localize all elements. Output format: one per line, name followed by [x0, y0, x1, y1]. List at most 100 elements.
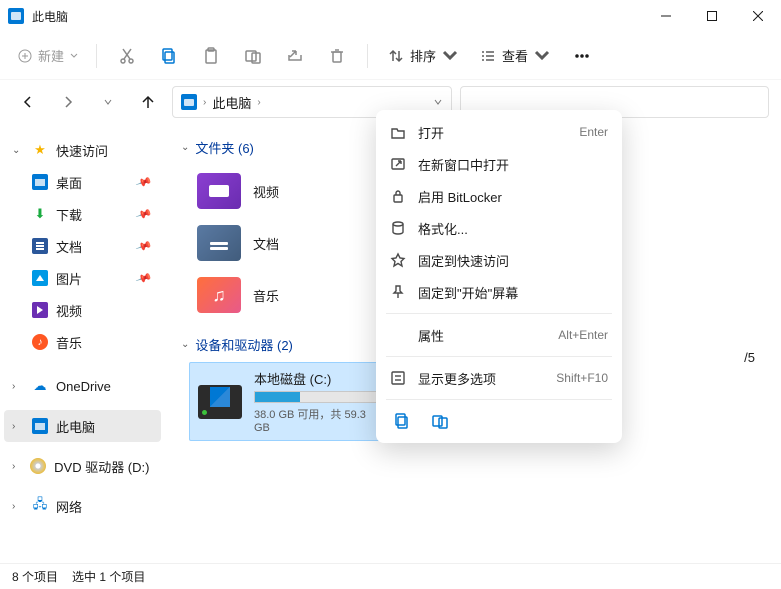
folder-label: 视频: [253, 182, 279, 201]
pin-icon: 📌: [135, 237, 153, 255]
drive-usage-bar: [254, 391, 380, 403]
ctx-bitlocker[interactable]: 启用 BitLocker: [376, 180, 622, 212]
dvd-icon: [30, 458, 46, 474]
chevron-down-icon: ⌄: [12, 145, 24, 156]
pin-icon: 📌: [135, 205, 153, 223]
sidebar: ⌄ ★ 快速访问 桌面 📌 ⬇ 下载 📌 文档 📌 图片 📌 视频: [0, 124, 165, 563]
minimize-button[interactable]: [643, 0, 689, 32]
network-icon: 🖧: [32, 498, 48, 514]
pictures-icon: [32, 270, 48, 286]
ctx-properties[interactable]: 属性 Alt+Enter: [376, 319, 622, 351]
ctx-open[interactable]: 打开 Enter: [376, 116, 622, 148]
sidebar-label: 快速访问: [56, 141, 108, 160]
more-button[interactable]: [564, 38, 600, 74]
breadcrumb[interactable]: 此电脑: [212, 93, 251, 112]
ctx-label: 打开: [418, 123, 567, 142]
ctx-label: 在新窗口中打开: [418, 155, 608, 174]
sidebar-quick-access[interactable]: ⌄ ★ 快速访问: [4, 134, 161, 166]
window-title: 此电脑: [32, 8, 68, 25]
music-folder-icon: [197, 277, 241, 313]
sidebar-label: 此电脑: [56, 417, 95, 436]
close-button[interactable]: [735, 0, 781, 32]
folder-label: 音乐: [253, 286, 279, 305]
pin-icon: [390, 284, 406, 300]
sidebar-this-pc[interactable]: › 此电脑: [4, 410, 161, 442]
documents-icon: [32, 238, 48, 254]
title-bar: 此电脑: [0, 0, 781, 32]
rename-icon[interactable]: [430, 411, 450, 431]
ctx-format[interactable]: 格式化...: [376, 212, 622, 244]
open-icon: [390, 124, 406, 140]
address-dropdown[interactable]: [433, 95, 443, 110]
new-button[interactable]: 新建: [12, 42, 84, 69]
pin-icon: 📌: [135, 269, 153, 287]
sidebar-item-music[interactable]: 音乐: [4, 326, 161, 358]
videos-folder-icon: [197, 173, 241, 209]
download-icon: ⬇: [32, 206, 48, 222]
desktop-icon: [32, 174, 48, 190]
recent-button[interactable]: [92, 86, 124, 118]
status-selected: 选中 1 个项目: [72, 568, 145, 585]
share-button[interactable]: [277, 38, 313, 74]
sidebar-dvd[interactable]: › DVD 驱动器 (D:) CP: [4, 450, 161, 482]
ctx-pin-start[interactable]: 固定到"开始"屏幕: [376, 276, 622, 308]
sidebar-onedrive[interactable]: › ☁ OneDrive: [4, 370, 161, 402]
drive-name: 本地磁盘 (C:): [254, 369, 380, 388]
cut-button[interactable]: [109, 38, 145, 74]
star-outline-icon: [390, 252, 406, 268]
back-button[interactable]: [12, 86, 44, 118]
sidebar-item-label: 下载: [56, 205, 82, 224]
ctx-new-window[interactable]: 在新窗口中打开: [376, 148, 622, 180]
ctx-pin-quick[interactable]: 固定到快速访问: [376, 244, 622, 276]
sidebar-network[interactable]: › 🖧 网络: [4, 490, 161, 522]
sort-button[interactable]: 排序: [380, 42, 466, 69]
separator: [386, 356, 612, 357]
separator: [367, 44, 368, 68]
toolbar: 新建 排序 查看: [0, 32, 781, 80]
group-header-label: 设备和驱动器 (2): [195, 335, 293, 354]
sidebar-item-documents[interactable]: 文档 📌: [4, 230, 161, 262]
sidebar-item-pictures[interactable]: 图片 📌: [4, 262, 161, 294]
blank-icon: [390, 327, 406, 343]
sidebar-label: OneDrive: [56, 379, 111, 394]
sidebar-label: DVD 驱动器 (D:) CP: [54, 457, 153, 476]
group-header-label: 文件夹 (6): [195, 138, 254, 157]
sidebar-item-videos[interactable]: 视频: [4, 294, 161, 326]
sidebar-item-label: 桌面: [56, 173, 82, 192]
chevron-down-icon: [442, 48, 458, 64]
app-icon: [8, 8, 24, 24]
ctx-more-options[interactable]: 显示更多选项 Shift+F10: [376, 362, 622, 394]
copy-button[interactable]: [151, 38, 187, 74]
chevron-right-icon: ›: [12, 461, 22, 472]
ctx-label: 固定到"开始"屏幕: [418, 283, 608, 302]
sidebar-item-label: 图片: [56, 269, 82, 288]
videos-icon: [32, 302, 48, 318]
plus-circle-icon: [18, 49, 32, 63]
sidebar-item-label: 视频: [56, 301, 82, 320]
view-icon: [480, 48, 496, 64]
chevron-right-icon: ›: [12, 501, 24, 512]
partial-text: /5: [744, 350, 755, 365]
view-button[interactable]: 查看: [472, 42, 558, 69]
forward-button[interactable]: [52, 86, 84, 118]
cloud-icon: ☁: [32, 378, 48, 394]
this-pc-icon: [32, 418, 48, 434]
drive-item-c[interactable]: 本地磁盘 (C:) 38.0 GB 可用，共 59.3 GB: [189, 362, 389, 441]
copy-icon[interactable]: [392, 411, 412, 431]
this-pc-icon: [181, 94, 197, 110]
maximize-button[interactable]: [689, 0, 735, 32]
ctx-shortcut: Shift+F10: [556, 371, 608, 385]
up-button[interactable]: [132, 86, 164, 118]
chevron-down-icon: ⌄: [181, 339, 189, 350]
sidebar-item-label: 音乐: [56, 333, 82, 352]
sidebar-item-desktop[interactable]: 桌面 📌: [4, 166, 161, 198]
sidebar-item-downloads[interactable]: ⬇ 下载 📌: [4, 198, 161, 230]
new-window-icon: [390, 156, 406, 172]
chevron-down-icon: ⌄: [181, 142, 189, 153]
rename-button[interactable]: [235, 38, 271, 74]
delete-button[interactable]: [319, 38, 355, 74]
sort-icon: [388, 48, 404, 64]
chevron-right-icon: ›: [257, 97, 260, 108]
paste-button[interactable]: [193, 38, 229, 74]
chevron-down-icon: [70, 52, 78, 60]
